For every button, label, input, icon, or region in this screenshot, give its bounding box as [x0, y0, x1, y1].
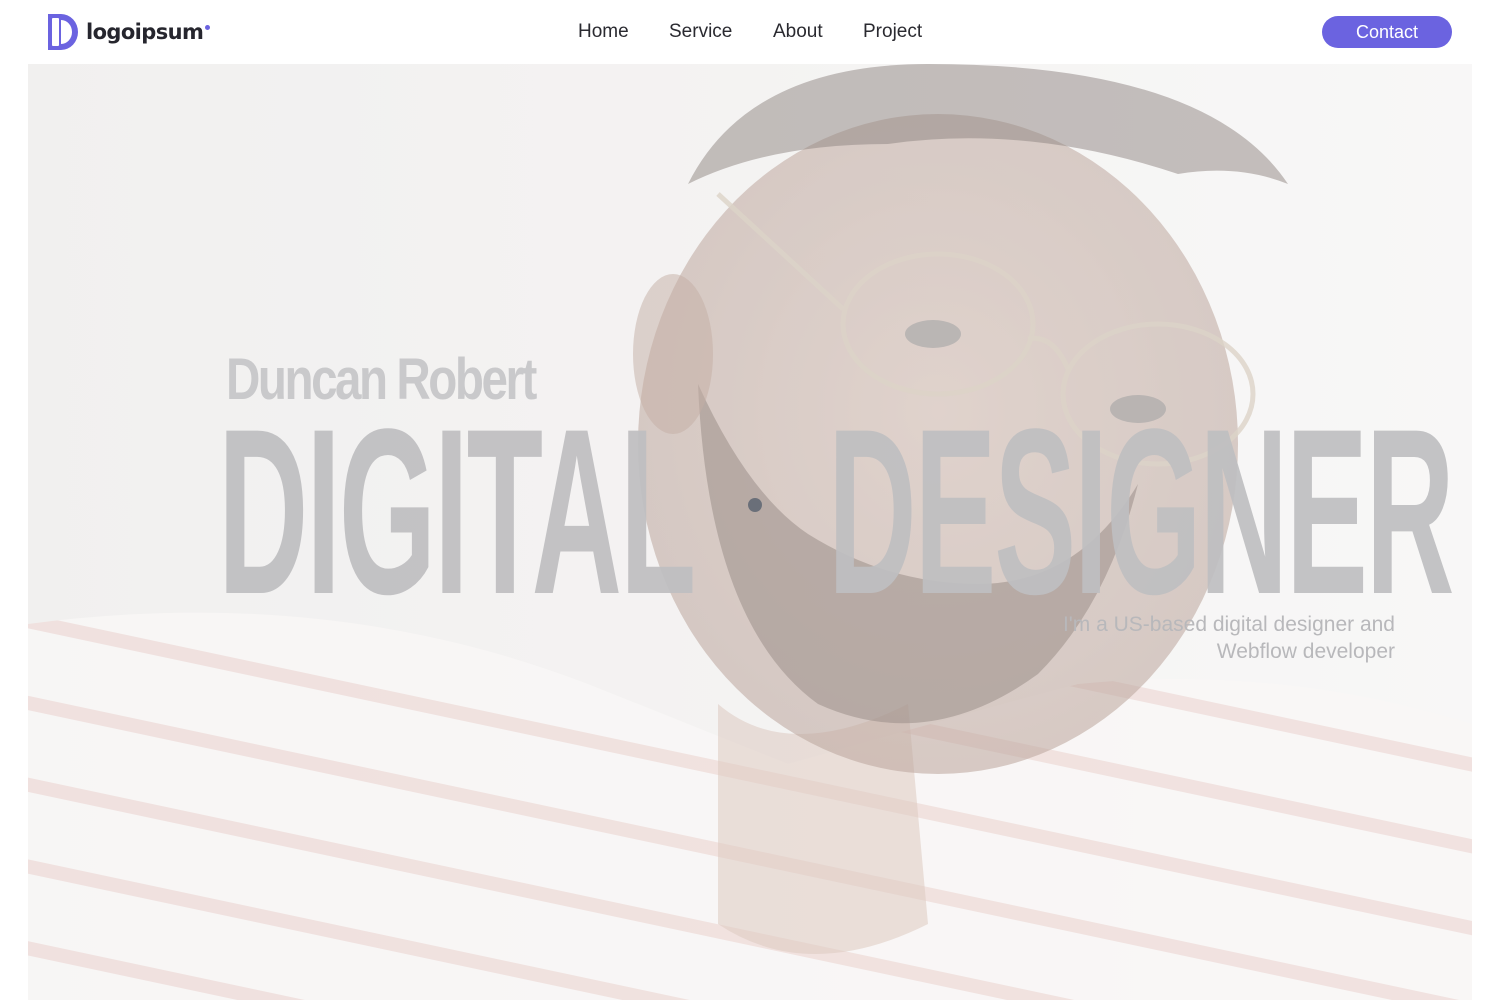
headline-left: DIGITAL: [218, 380, 696, 644]
hero-section: Duncan Robert DIGITAL DESIGNER I'm a US-…: [28, 64, 1472, 1000]
tagline-line-2: Webflow developer: [1216, 640, 1395, 663]
nav-about[interactable]: About: [773, 21, 863, 43]
site-header: logoipsum Home Service About Project Con…: [0, 0, 1500, 64]
tagline-line-1: I'm a US-based digital designer and: [1062, 613, 1395, 636]
logo[interactable]: logoipsum: [48, 14, 211, 50]
headline-bullet: [748, 498, 762, 512]
logo-text: logoipsum: [86, 20, 211, 44]
headline-right: DESIGNER: [828, 380, 1454, 644]
hero-tagline: I'm a US-based digital designer and Webf…: [995, 611, 1395, 665]
main-nav: Home Service About Project: [578, 21, 933, 43]
logo-mark-icon: [48, 14, 78, 50]
nav-project[interactable]: Project: [863, 21, 933, 43]
nav-service[interactable]: Service: [669, 21, 773, 43]
logo-dot: [205, 25, 211, 30]
nav-home[interactable]: Home: [578, 21, 669, 43]
contact-button[interactable]: Contact: [1322, 16, 1452, 48]
